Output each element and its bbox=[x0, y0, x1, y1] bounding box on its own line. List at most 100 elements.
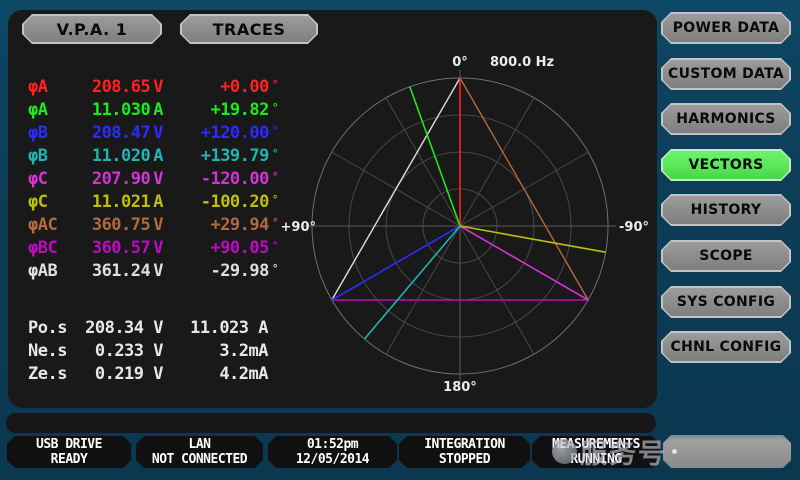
phase-angle: -120.00° bbox=[163, 168, 278, 192]
status-clock-line2: 12/05/2014 bbox=[268, 452, 397, 467]
phase-label: φA bbox=[28, 99, 80, 122]
phase-value: 11.020A bbox=[80, 145, 163, 168]
value-number: 11.030 bbox=[92, 99, 150, 122]
nav-button-harmonics[interactable]: HARMONICS bbox=[661, 103, 791, 135]
nav-button-chnl-config[interactable]: CHNL CONFIG bbox=[661, 331, 791, 363]
phase-label: φAC bbox=[28, 214, 80, 237]
status-lan-line2: NOT CONNECTED bbox=[136, 452, 263, 467]
sum-current: 11.023 A bbox=[163, 317, 268, 340]
value-number: 208.47 bbox=[92, 122, 150, 145]
status-lan-line1: LAN bbox=[136, 437, 263, 452]
nav-label-power-data: POWER DATA bbox=[673, 20, 780, 36]
sum-label: Ze.s bbox=[28, 363, 80, 386]
nav-label-sys-config: SYS CONFIG bbox=[677, 294, 775, 310]
value-number: 361.24 bbox=[92, 260, 150, 283]
nav-button-custom-data[interactable]: CUSTOM DATA bbox=[661, 58, 791, 90]
angle-number: +29.94 bbox=[210, 214, 268, 237]
axis-label-180: 180° bbox=[443, 380, 477, 395]
angle-number: -120.00 bbox=[201, 168, 269, 191]
sum-label: Po.s bbox=[28, 317, 80, 340]
degree-symbol: ° bbox=[272, 188, 278, 211]
measurement-row: φAB361.24V-29.98° bbox=[28, 260, 278, 283]
value-number: 207.90 bbox=[92, 168, 150, 191]
measurement-row: φAC 360.75V +29.94° bbox=[28, 214, 278, 237]
phase-value: 360.57V bbox=[80, 237, 163, 260]
value-unit: V bbox=[153, 260, 163, 283]
value-unit: V bbox=[153, 214, 163, 237]
value-number: 11.020 bbox=[92, 145, 150, 168]
angle-number: -100.20 bbox=[201, 191, 269, 214]
nav-button-history[interactable]: HISTORY bbox=[661, 194, 791, 226]
degree-symbol: ° bbox=[272, 211, 278, 234]
phase-angle: +19.82° bbox=[163, 99, 278, 123]
status-clock: 01:52pm12/05/2014 bbox=[268, 436, 397, 468]
status-measurements-line1: MEASUREMENTS bbox=[532, 437, 660, 452]
blank-gray-button[interactable] bbox=[663, 435, 791, 468]
phase-value: 207.90V bbox=[80, 168, 163, 191]
value-unit: A bbox=[153, 99, 163, 122]
phase-angle: +120.00° bbox=[163, 122, 278, 146]
measurement-row: φB11.020A+139.79° bbox=[28, 145, 278, 168]
value-unit: V bbox=[153, 122, 163, 145]
nav-button-power-data[interactable]: POWER DATA bbox=[661, 12, 791, 44]
phase-label: φBC bbox=[28, 237, 80, 260]
angle-number: +120.00 bbox=[201, 122, 269, 145]
nav-button-vectors[interactable]: VECTORS bbox=[661, 149, 791, 181]
axis-label-plus90: +90° bbox=[281, 220, 316, 235]
vpa-1-label: V.P.A. 1 bbox=[57, 20, 128, 39]
traces-label: TRACES bbox=[213, 20, 286, 39]
nav-label-custom-data: CUSTOM DATA bbox=[668, 66, 784, 82]
phase-value: 208.47V bbox=[80, 122, 163, 145]
measurement-row: φC207.90V-120.00° bbox=[28, 168, 278, 191]
phase-angle: +139.79° bbox=[163, 145, 278, 169]
angle-number: +0.00 bbox=[220, 76, 269, 99]
sum-label: Ne.s bbox=[28, 340, 80, 363]
axis-label-minus90: -90° bbox=[619, 220, 648, 235]
value-number: 360.75 bbox=[92, 214, 150, 237]
nav-label-chnl-config: CHNL CONFIG bbox=[671, 339, 782, 355]
status-usb: USB DRIVEREADY bbox=[7, 436, 131, 468]
phase-angle: -100.20° bbox=[163, 191, 278, 215]
degree-symbol: ° bbox=[272, 142, 278, 165]
degree-symbol: ° bbox=[272, 234, 278, 257]
measurement-row: φB208.47V+120.00° bbox=[28, 122, 278, 145]
phase-line-VAB bbox=[332, 78, 460, 300]
measurement-row: φC11.021A-100.20° bbox=[28, 191, 278, 214]
nav-button-sys-config[interactable]: SYS CONFIG bbox=[661, 286, 791, 318]
vector-IA bbox=[410, 87, 460, 226]
angle-number: +90.05 bbox=[210, 237, 268, 260]
phase-label: φB bbox=[28, 122, 80, 145]
phase-angle: +0.00° bbox=[163, 76, 278, 100]
sum-voltage: 208.34 V bbox=[80, 317, 163, 340]
vpa-1-button[interactable]: V.P.A. 1 bbox=[22, 14, 162, 44]
status-clock-line1: 01:52pm bbox=[268, 437, 397, 452]
value-unit: V bbox=[153, 168, 163, 191]
status-integration: INTEGRATIONSTOPPED bbox=[399, 436, 530, 468]
degree-symbol: ° bbox=[272, 96, 278, 119]
degree-symbol: ° bbox=[272, 119, 278, 142]
phase-value: 208.65V bbox=[80, 76, 163, 99]
phase-label: φA bbox=[28, 76, 80, 99]
sum-row: Ze.s0.219 V4.2mA bbox=[28, 363, 268, 386]
vector-VB bbox=[332, 226, 460, 300]
sum-voltage: 0.219 V bbox=[80, 363, 163, 386]
value-unit: V bbox=[153, 76, 163, 99]
angle-number: +139.79 bbox=[201, 145, 269, 168]
sum-row: Ne.s0.233 V3.2mA bbox=[28, 340, 268, 363]
screen: V.P.A. 1 TRACES φA208.65V+0.00°φA11.030A… bbox=[0, 0, 800, 480]
phase-label: φB bbox=[28, 145, 80, 168]
frequency-label: 800.0 Hz bbox=[490, 55, 554, 70]
degree-symbol: ° bbox=[272, 257, 278, 280]
status-usb-line2: READY bbox=[7, 452, 131, 467]
value-number: 208.65 bbox=[92, 76, 150, 99]
value-unit: V bbox=[153, 237, 163, 260]
traces-button[interactable]: TRACES bbox=[180, 14, 318, 44]
nav-label-vectors: VECTORS bbox=[688, 157, 763, 173]
measurement-row: φBC360.57V +90.05° bbox=[28, 237, 278, 260]
sum-current: 4.2mA bbox=[163, 363, 268, 386]
sum-current: 3.2mA bbox=[163, 340, 268, 363]
nav-button-scope[interactable]: SCOPE bbox=[661, 240, 791, 272]
phase-label: φAB bbox=[28, 260, 80, 283]
degree-symbol: ° bbox=[272, 165, 278, 188]
status-lan: LANNOT CONNECTED bbox=[136, 436, 263, 468]
